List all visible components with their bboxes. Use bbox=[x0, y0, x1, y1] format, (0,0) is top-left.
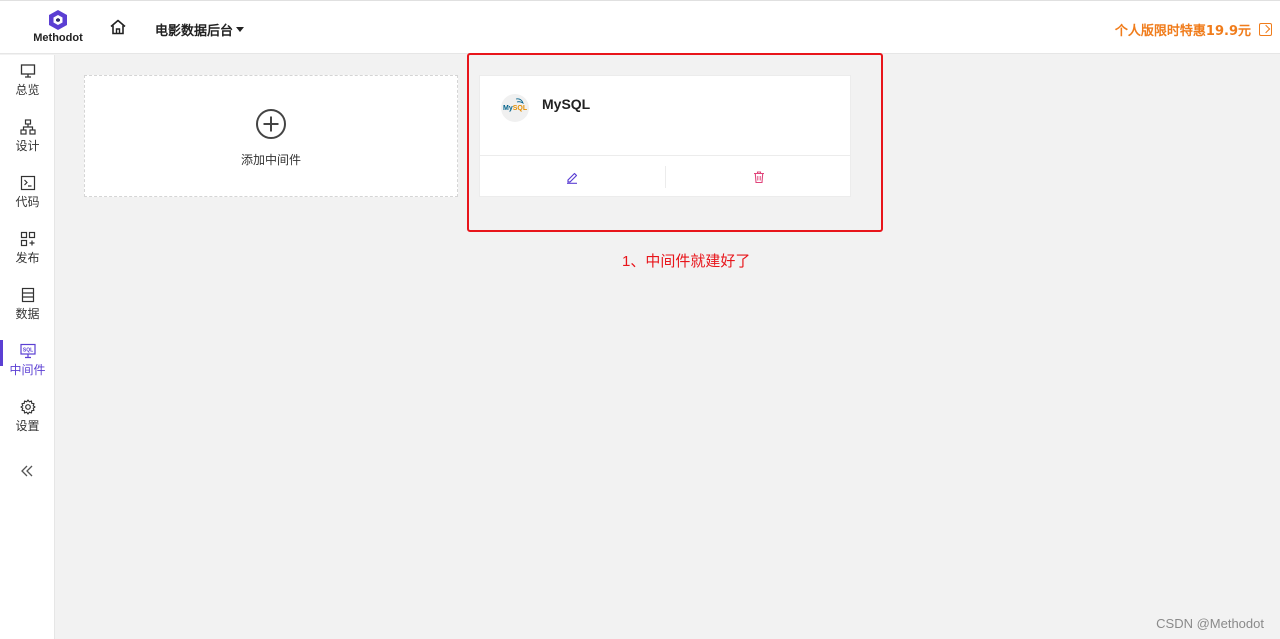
sidebar-item-label: 数据 bbox=[15, 307, 40, 321]
sitemap-icon bbox=[19, 119, 36, 135]
terminal-icon bbox=[20, 175, 35, 191]
sidebar-item-middleware[interactable]: SQL 中间件 bbox=[0, 340, 55, 391]
annotation-highlight-box bbox=[467, 53, 883, 232]
sidebar-item-label: 总览 bbox=[15, 83, 40, 97]
sidebar-item-design[interactable]: 设计 bbox=[0, 119, 55, 167]
promo-link[interactable]: 个人版限时特惠19.9元 bbox=[1115, 20, 1272, 39]
sidebar-item-code[interactable]: 代码 bbox=[0, 175, 55, 223]
sidebar-item-label: 代码 bbox=[15, 195, 40, 209]
add-middleware-card[interactable]: 添加中间件 bbox=[84, 75, 458, 197]
watermark: CSDN @Methodot bbox=[1156, 616, 1264, 631]
add-circle-icon bbox=[256, 109, 286, 139]
sidebar-item-label: 设计 bbox=[15, 139, 40, 153]
promo-badge-icon bbox=[1259, 23, 1272, 36]
app-name: 电影数据后台 bbox=[155, 24, 234, 39]
caret-down-icon bbox=[236, 27, 245, 32]
active-indicator bbox=[0, 340, 3, 366]
sidebar-item-label: 中间件 bbox=[9, 363, 46, 377]
gear-icon bbox=[19, 399, 36, 415]
sidebar-item-label: 发布 bbox=[15, 251, 40, 265]
sidebar: 总览 设计 代码 发布 数据 SQL 中间件 设置 bbox=[0, 55, 55, 639]
sidebar-item-label: 设置 bbox=[15, 419, 40, 433]
svg-text:SQL: SQL bbox=[22, 348, 32, 354]
top-bar: Methodot 电影数据后台 个人版限时特惠19.9元 bbox=[0, 0, 1280, 54]
sidebar-item-data[interactable]: 数据 bbox=[0, 287, 55, 335]
collapse-sidebar-icon[interactable] bbox=[19, 463, 35, 479]
database-icon bbox=[21, 287, 34, 303]
logo-icon bbox=[49, 10, 67, 30]
add-middleware-label: 添加中间件 bbox=[240, 153, 301, 167]
apps-icon bbox=[20, 231, 35, 247]
home-icon[interactable] bbox=[109, 18, 127, 36]
sidebar-item-overview[interactable]: 总览 bbox=[0, 63, 55, 111]
monitor-icon bbox=[20, 64, 35, 78]
sql-monitor-icon: SQL bbox=[19, 343, 36, 359]
annotation-text: 1、中间件就建好了 bbox=[622, 253, 751, 270]
sidebar-item-publish[interactable]: 发布 bbox=[0, 231, 55, 279]
methodot-logo[interactable]: Methodot bbox=[30, 9, 86, 49]
app-switcher[interactable]: 电影数据后台 bbox=[155, 20, 245, 39]
logo-text: Methodot bbox=[33, 32, 83, 44]
promo-text: 个人版限时特惠19.9元 bbox=[1114, 24, 1251, 39]
sidebar-item-settings[interactable]: 设置 bbox=[0, 399, 55, 447]
